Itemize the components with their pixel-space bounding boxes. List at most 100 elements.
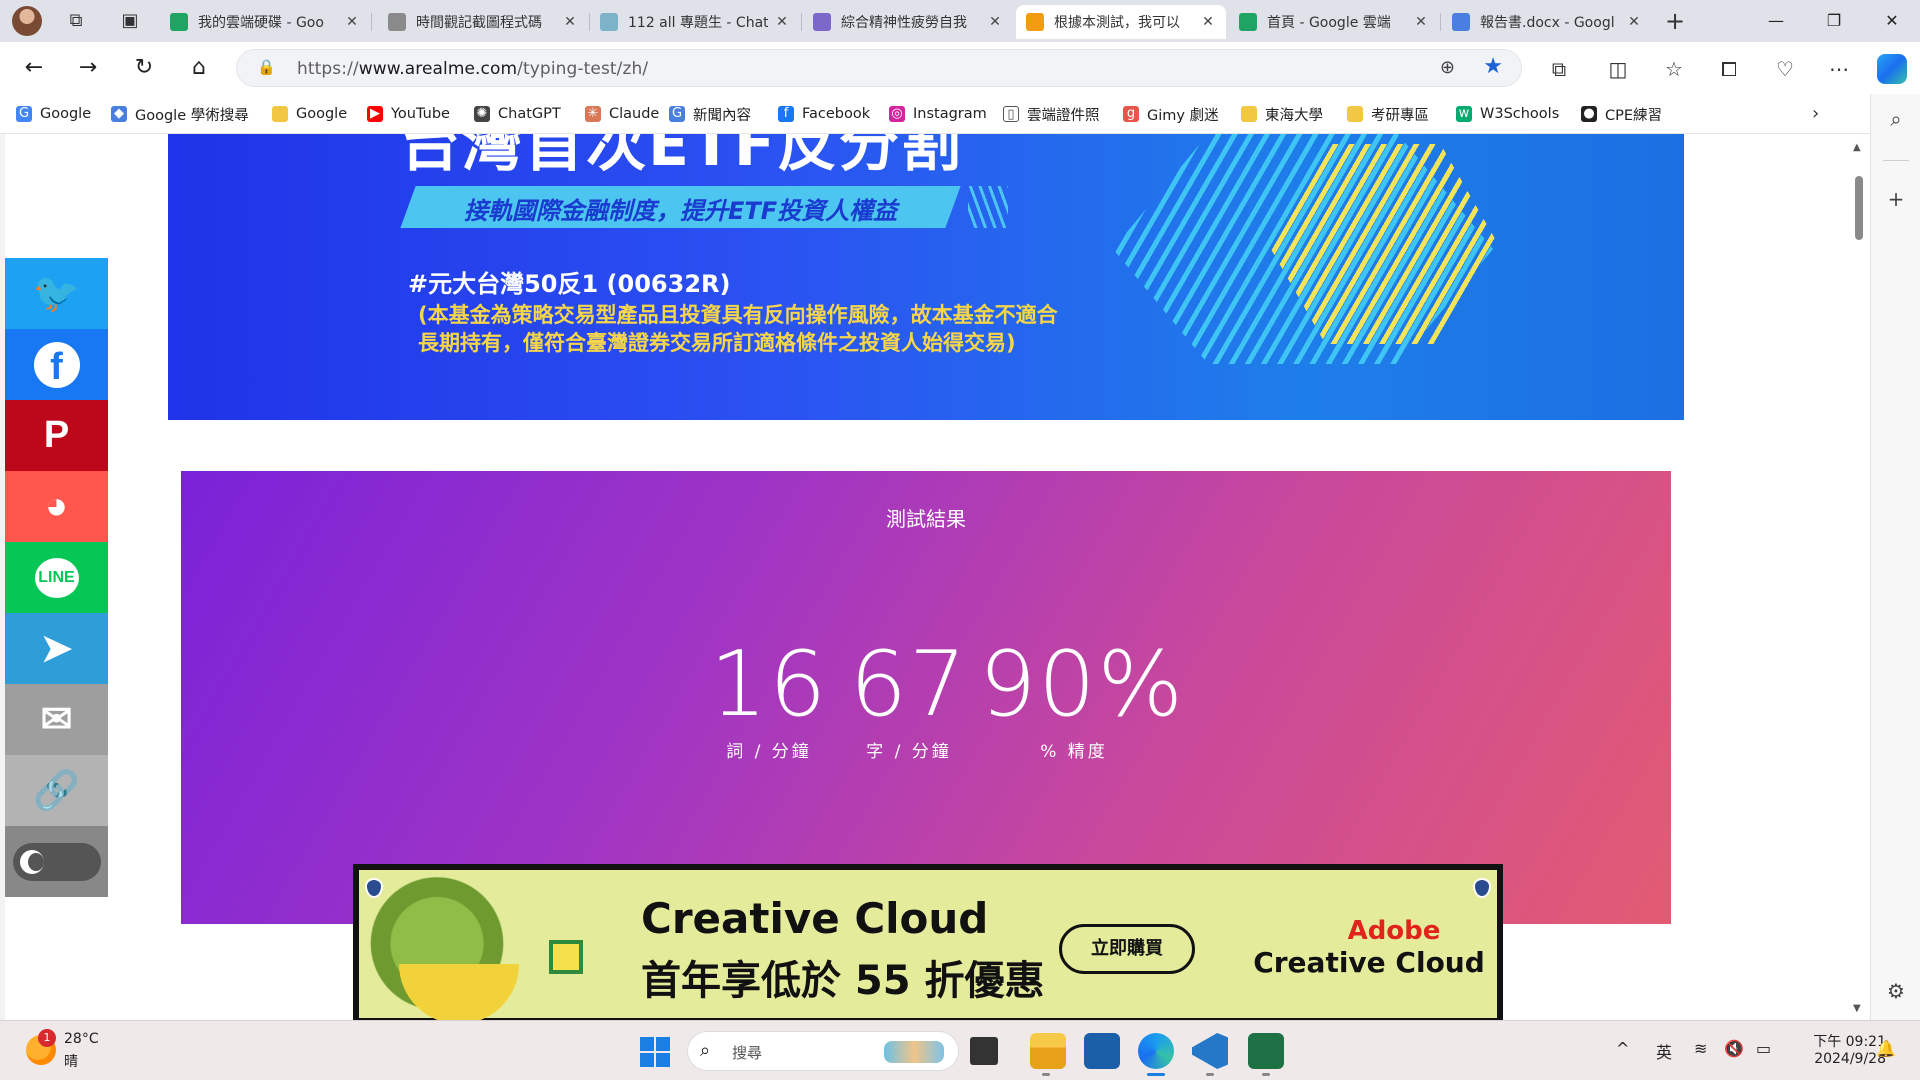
browser-tab[interactable]: 我的雲端硬碟 - Goo ✕ <box>160 5 370 39</box>
tab-close-icon[interactable]: ✕ <box>562 14 578 30</box>
ad-buy-now-button[interactable]: 立即購買 <box>1059 924 1195 974</box>
notification-bell-icon[interactable]: 🔔 <box>1876 1039 1896 1058</box>
clock-date[interactable]: 2024/9/28 <box>1796 1051 1886 1067</box>
restore-button[interactable]: ❐ <box>1806 0 1862 42</box>
tab-close-icon[interactable]: ✕ <box>1413 14 1429 30</box>
copilot-icon[interactable] <box>1877 54 1907 84</box>
browser-essentials-icon[interactable]: ♡ <box>1770 54 1800 84</box>
share-twitter-button[interactable]: 🐦 <box>5 258 108 329</box>
share-line-button[interactable]: LINE <box>5 542 108 613</box>
browser-tab[interactable]: 根據本測試，我可以 ✕ <box>1016 5 1226 39</box>
share-email-button[interactable]: ✉ <box>5 684 108 755</box>
task-view-icon[interactable] <box>970 1037 998 1065</box>
share-plurk-button[interactable]: ◕ <box>5 471 108 542</box>
share-pinterest-button[interactable]: P <box>5 400 108 471</box>
split-screen-icon[interactable]: ◫ <box>1603 54 1633 84</box>
address-bar[interactable]: 🔒 https://www.arealme.com/typing-test/zh… <box>236 49 1522 87</box>
bookmark-item[interactable]: w W3Schools <box>1456 103 1559 125</box>
sidebar-divider <box>1883 160 1909 161</box>
bookmark-label: YouTube <box>391 106 450 122</box>
bookmark-item[interactable]: ● CPE練習 <box>1581 103 1662 125</box>
favorites-icon[interactable]: ☆ <box>1659 54 1689 84</box>
page-scrollbar[interactable]: ▲ ▼ <box>1848 134 1870 1020</box>
weather-condition[interactable]: 晴 <box>64 1051 78 1071</box>
ad-choices-shield-icon[interactable] <box>1473 878 1491 898</box>
bookmarks-more-chevron-icon[interactable]: › <box>1812 103 1819 124</box>
bookmark-item[interactable]: ✳ Claude <box>585 103 659 125</box>
adobe-ad-banner[interactable]: Creative Cloud 首年享低於 55 折優惠 立即購買 Adobe C… <box>353 864 1503 1020</box>
bookmark-item[interactable]: ✺ ChatGPT <box>474 103 561 125</box>
clock-time[interactable]: 下午 09:21 <box>1796 1031 1886 1051</box>
bookmark-item[interactable]: 考研專區 <box>1347 103 1429 125</box>
remote-desktop-icon[interactable] <box>1084 1033 1120 1069</box>
scroll-up-arrow-icon[interactable]: ▲ <box>1853 142 1861 153</box>
tab-close-icon[interactable]: ✕ <box>344 14 360 30</box>
bookmark-item[interactable]: G 新聞內容 <box>669 103 751 125</box>
scrollbar-thumb[interactable] <box>1855 176 1863 240</box>
wifi-icon[interactable]: ≋ <box>1694 1039 1707 1058</box>
bookmark-label: Google <box>296 106 348 122</box>
file-explorer-icon[interactable] <box>1030 1033 1066 1069</box>
favorite-star-icon[interactable]: ★ <box>1483 54 1503 79</box>
bookmark-item[interactable]: Google <box>272 103 347 125</box>
tray-overflow-chevron-icon[interactable]: ^ <box>1616 1039 1629 1058</box>
ime-indicator[interactable]: 英 <box>1656 1039 1672 1063</box>
bookmark-label: 新聞內容 <box>693 107 751 124</box>
sidebar-search-icon[interactable]: ⌕ <box>1881 104 1911 134</box>
sidebar-add-icon[interactable]: + <box>1881 184 1911 214</box>
bookmark-label: Google 學術搜尋 <box>135 107 249 124</box>
workspaces-icon[interactable]: ⧉ <box>64 9 88 33</box>
home-button[interactable]: ⌂ <box>183 52 215 84</box>
back-button[interactable]: ← <box>18 52 50 84</box>
edge-browser-icon[interactable] <box>1138 1033 1174 1069</box>
excel-icon[interactable] <box>1248 1033 1284 1069</box>
browser-tab[interactable]: 112 all 專題生 - Chat ✕ <box>590 5 800 39</box>
tab-close-icon[interactable]: ✕ <box>987 14 1003 30</box>
share-copy-link-button[interactable]: 🔗 <box>5 755 108 826</box>
taskbar-search[interactable]: ⌕ 搜尋 <box>687 1031 959 1071</box>
etf-banner-ad[interactable]: 台灣首次ETF反分割 接軌國際金融制度，提升ETF投資人權益 #元大台灣50反1… <box>168 134 1684 420</box>
new-tab-button[interactable]: + <box>1660 7 1690 37</box>
minimize-button[interactable]: — <box>1748 0 1804 42</box>
scroll-down-arrow-icon[interactable]: ▼ <box>1853 1003 1861 1014</box>
start-button-windows-icon[interactable] <box>640 1037 670 1067</box>
share-facebook-button[interactable]: f <box>5 329 108 400</box>
close-window-button[interactable]: ✕ <box>1864 0 1920 42</box>
bookmark-item[interactable]: ▯ 雲端證件照 <box>1003 103 1100 125</box>
refresh-button[interactable]: ↻ <box>128 52 160 84</box>
dark-mode-toggle[interactable] <box>12 842 101 881</box>
bookmark-item[interactable]: f Facebook <box>778 103 870 125</box>
lock-icon[interactable]: 🔒 <box>257 58 276 76</box>
bookmark-item[interactable]: ◎ Instagram <box>889 103 987 125</box>
battery-icon[interactable]: ▭ <box>1756 1039 1771 1058</box>
tab-actions-icon[interactable]: ▣ <box>118 9 142 33</box>
profile-avatar[interactable] <box>12 6 42 36</box>
share-telegram-button[interactable]: ➤ <box>5 613 108 684</box>
tab-close-icon[interactable]: ✕ <box>1626 14 1642 30</box>
zoom-icon[interactable]: ⊕ <box>1440 57 1455 78</box>
bookmark-item[interactable]: g Gimy 劇迷 <box>1123 103 1219 125</box>
settings-more-icon[interactable]: ⋯ <box>1824 54 1854 84</box>
browser-tab[interactable]: 時間觀記截圖程式碼 ✕ <box>378 5 588 39</box>
bookmark-item[interactable]: ◆ Google 學術搜尋 <box>111 103 249 125</box>
bookmark-label: 雲端證件照 <box>1027 107 1100 124</box>
vscode-icon[interactable] <box>1192 1033 1228 1069</box>
bookmark-item[interactable]: ▶ YouTube <box>367 103 450 125</box>
browser-tab[interactable]: 報告書.docx - Googl ✕ <box>1442 5 1652 39</box>
weather-temperature[interactable]: 28°C <box>64 1031 99 1047</box>
extensions-icon[interactable]: ⧉ <box>1544 54 1574 84</box>
tab-close-icon[interactable]: ✕ <box>1200 14 1216 30</box>
url-text[interactable]: https://www.arealme.com/typing-test/zh/ <box>297 59 648 79</box>
forward-button[interactable]: → <box>72 52 104 84</box>
plurk-icon: ◕ <box>45 485 68 527</box>
volume-muted-icon[interactable]: 🔇 <box>1724 1039 1744 1058</box>
folder-icon <box>1241 106 1257 122</box>
tab-close-icon[interactable]: ✕ <box>774 14 790 30</box>
bookmark-item[interactable]: G Google <box>16 103 91 125</box>
bookmark-item[interactable]: 東海大學 <box>1241 103 1323 125</box>
collections-icon[interactable]: ⧠ <box>1714 54 1744 84</box>
facebook-icon: f <box>33 341 80 388</box>
browser-tab[interactable]: 綜合精神性疲勞自我 ✕ <box>803 5 1013 39</box>
sidebar-settings-icon[interactable]: ⚙ <box>1881 976 1911 1006</box>
browser-tab[interactable]: 首頁 - Google 雲端 ✕ <box>1229 5 1439 39</box>
